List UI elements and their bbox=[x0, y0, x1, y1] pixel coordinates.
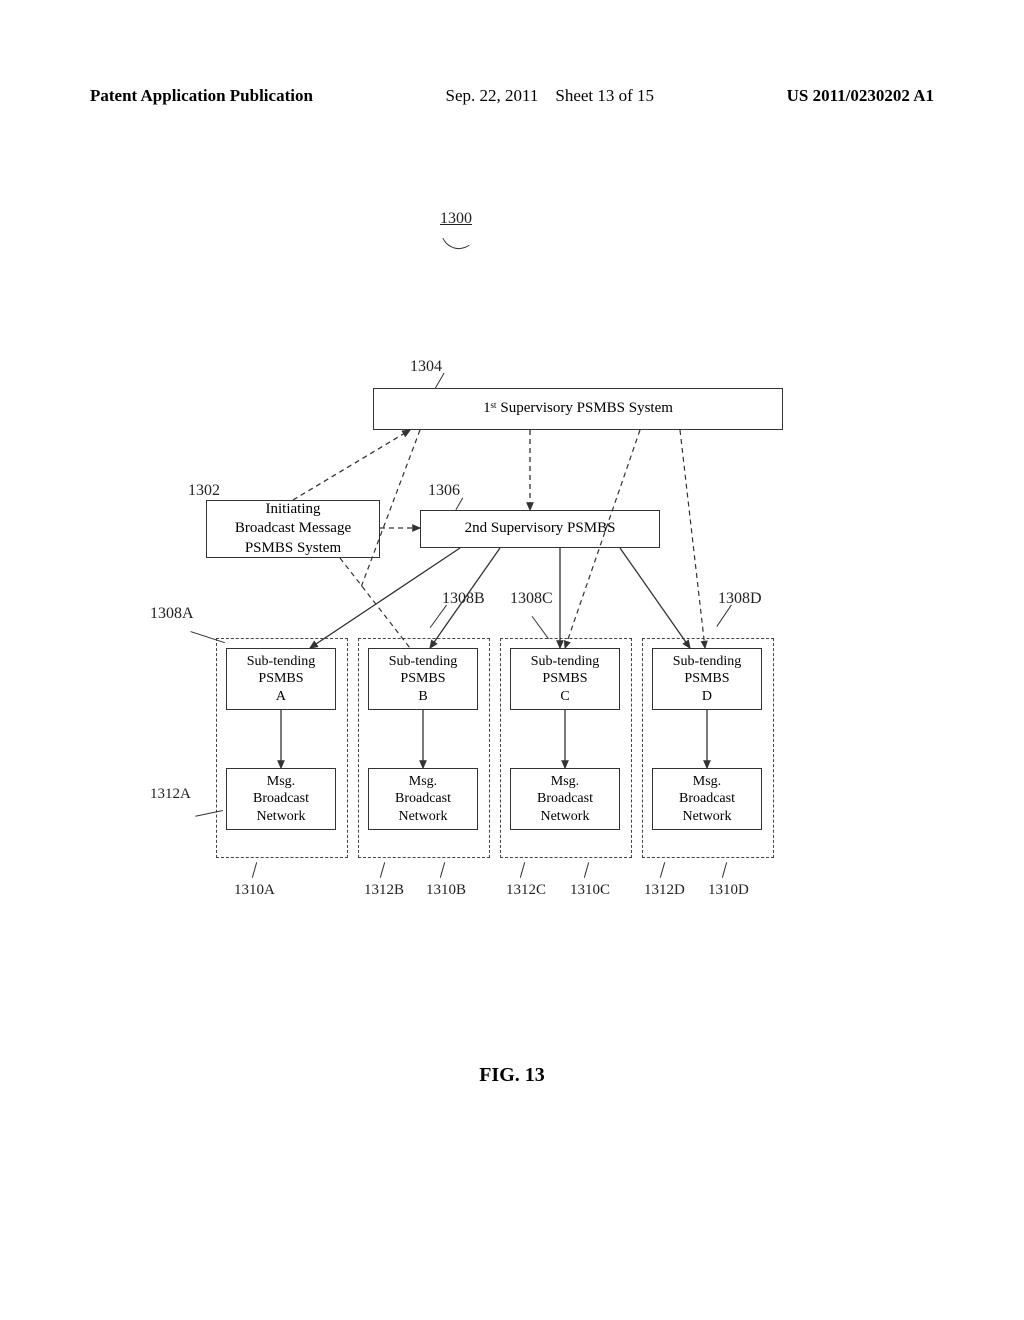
leader-line-icon bbox=[532, 605, 565, 639]
subtending-d-label: Sub-tending PSMBS D bbox=[673, 653, 741, 706]
msg-network-b-box: Msg. Broadcast Network bbox=[368, 768, 478, 830]
ref-1310B: 1310B bbox=[426, 882, 466, 899]
first-supervisory-label: 1ˢᵗ Supervisory PSMBS System bbox=[483, 399, 673, 419]
msg-network-a-box: Msg. Broadcast Network bbox=[226, 768, 336, 830]
ref-1308D: 1308D bbox=[718, 590, 762, 608]
diagram: 1300 1304 1ˢᵗ Supervisory PSMBS System 1… bbox=[120, 210, 920, 960]
page-header: Patent Application Publication Sep. 22, … bbox=[0, 86, 1024, 106]
initiating-label: Initiating Broadcast Message PSMBS Syste… bbox=[235, 500, 351, 559]
ref-1304: 1304 bbox=[410, 358, 442, 376]
msg-network-d-label: Msg. Broadcast Network bbox=[679, 773, 735, 826]
subtending-a-box: Sub-tending PSMBS A bbox=[226, 648, 336, 710]
ref-1312B: 1312B bbox=[364, 882, 404, 899]
header-center: Sep. 22, 2011 Sheet 13 of 15 bbox=[446, 86, 655, 106]
second-supervisory-box: 2nd Supervisory PSMBS bbox=[420, 510, 660, 548]
subtending-b-label: Sub-tending PSMBS B bbox=[389, 653, 457, 706]
subtending-d-box: Sub-tending PSMBS D bbox=[652, 648, 762, 710]
initiating-box: Initiating Broadcast Message PSMBS Syste… bbox=[206, 500, 380, 558]
leader-tick-icon bbox=[584, 862, 589, 878]
leader-tick-icon bbox=[440, 862, 445, 878]
subtending-c-label: Sub-tending PSMBS C bbox=[531, 653, 599, 706]
subtending-a-label: Sub-tending PSMBS A bbox=[247, 653, 315, 706]
header-sheet: Sheet 13 of 15 bbox=[555, 86, 654, 105]
ref-1308B: 1308B bbox=[442, 590, 485, 608]
header-date: Sep. 22, 2011 bbox=[446, 86, 539, 105]
msg-network-b-label: Msg. Broadcast Network bbox=[395, 773, 451, 826]
msg-network-a-label: Msg. Broadcast Network bbox=[253, 773, 309, 826]
second-supervisory-label: 2nd Supervisory PSMBS bbox=[465, 519, 616, 539]
ref-1310A: 1310A bbox=[234, 882, 275, 899]
leader-tick-icon bbox=[660, 862, 665, 878]
figure-label: FIG. 13 bbox=[0, 1064, 1024, 1087]
ref-1308A: 1308A bbox=[150, 605, 194, 623]
header-docnum: US 2011/0230202 A1 bbox=[787, 86, 934, 106]
leader-line-icon bbox=[716, 605, 747, 638]
leader-line-icon bbox=[430, 605, 463, 639]
ref-1302: 1302 bbox=[188, 482, 220, 500]
ref-1306: 1306 bbox=[428, 482, 460, 500]
ref-1310D: 1310D bbox=[708, 882, 749, 899]
subtending-c-box: Sub-tending PSMBS C bbox=[510, 648, 620, 710]
leader-tick-icon bbox=[722, 862, 727, 878]
leader-tick-icon bbox=[252, 862, 257, 878]
leader-tick-icon bbox=[520, 862, 525, 878]
header-left: Patent Application Publication bbox=[90, 86, 313, 106]
subtending-b-box: Sub-tending PSMBS B bbox=[368, 648, 478, 710]
first-supervisory-box: 1ˢᵗ Supervisory PSMBS System bbox=[373, 388, 783, 430]
msg-network-d-box: Msg. Broadcast Network bbox=[652, 768, 762, 830]
msg-network-c-box: Msg. Broadcast Network bbox=[510, 768, 620, 830]
ref-1312C: 1312C bbox=[506, 882, 546, 899]
ref-1312D: 1312D bbox=[644, 882, 685, 899]
leader-tick-icon bbox=[380, 862, 385, 878]
msg-network-c-label: Msg. Broadcast Network bbox=[537, 773, 593, 826]
ref-1312A: 1312A bbox=[150, 786, 191, 803]
hook-1300-icon bbox=[442, 228, 469, 255]
ref-1300: 1300 bbox=[440, 210, 472, 228]
ref-1310C: 1310C bbox=[570, 882, 610, 899]
